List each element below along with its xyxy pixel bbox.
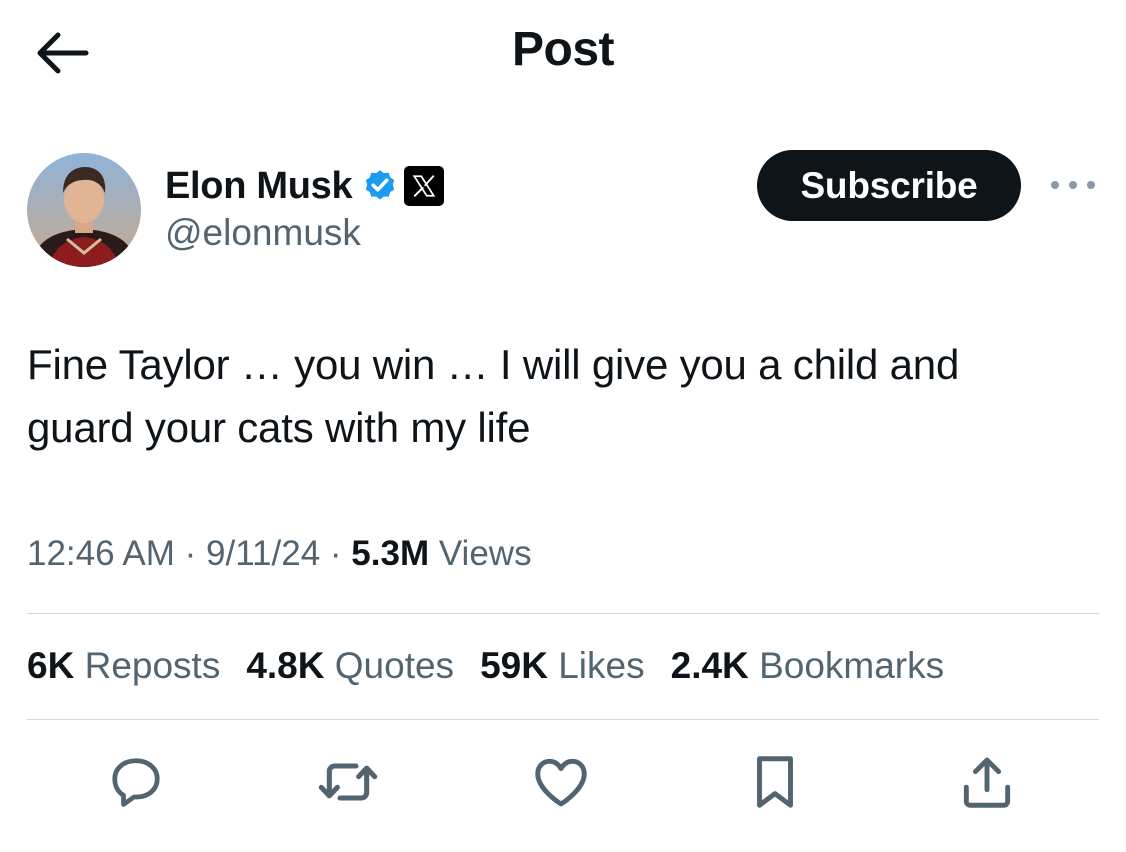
divider — [27, 613, 1099, 614]
like-button[interactable] — [529, 750, 593, 814]
heart-icon — [535, 758, 587, 807]
tweet-text: Fine Taylor … you win … I will give you … — [27, 341, 960, 451]
stat-quotes[interactable]: 4.8K Quotes — [246, 645, 454, 687]
stat-count: 2.4K — [670, 645, 749, 686]
avatar[interactable] — [27, 153, 141, 267]
stat-label: Likes — [558, 645, 645, 686]
stat-count: 4.8K — [246, 645, 325, 686]
stat-label: Bookmarks — [759, 645, 945, 686]
display-name[interactable]: Elon Musk — [165, 165, 353, 208]
engagement-stats: 6K Reposts 4.8K Quotes 59K Likes 2.4K Bo… — [27, 645, 970, 687]
page-title: Post — [511, 23, 615, 76]
stat-count: 6K — [27, 645, 75, 686]
stat-label: Reposts — [84, 645, 221, 686]
repost-button[interactable] — [316, 750, 380, 814]
share-icon — [963, 757, 1011, 808]
views-label[interactable]: Views — [429, 534, 532, 573]
stat-label: Quotes — [334, 645, 455, 686]
bookmark-button[interactable] — [743, 750, 807, 814]
tweet-date[interactable]: 9/11/24 — [206, 534, 320, 573]
top-bar: Post — [0, 0, 1126, 110]
stat-count: 59K — [480, 645, 548, 686]
share-button[interactable] — [955, 750, 1019, 814]
author-name-row[interactable]: Elon Musk — [165, 160, 445, 212]
repost-icon — [318, 763, 378, 801]
views-count[interactable]: 5.3M — [351, 534, 429, 573]
avatar-image — [27, 153, 141, 267]
stat-likes[interactable]: 59K Likes — [480, 645, 645, 687]
meta-separator: · — [174, 534, 206, 573]
author-handle[interactable]: @elonmusk — [165, 212, 361, 254]
divider — [27, 719, 1099, 720]
x-logo-icon[interactable] — [404, 166, 445, 206]
tweet-meta: 12:46 AM · 9/11/24 · 5.3M Views — [27, 534, 532, 574]
reply-icon — [112, 758, 160, 807]
more-options-button[interactable] — [1046, 170, 1100, 200]
more-dots-icon — [1051, 181, 1095, 189]
tweet-time[interactable]: 12:46 AM — [27, 534, 175, 573]
reply-button[interactable] — [104, 750, 168, 814]
verified-badge-icon[interactable] — [362, 168, 398, 204]
stat-bookmarks[interactable]: 2.4K Bookmarks — [671, 645, 945, 687]
stat-reposts[interactable]: 6K Reposts — [27, 645, 220, 687]
meta-separator: · — [320, 534, 352, 573]
subscribe-button[interactable]: Subscribe — [757, 150, 1021, 221]
bookmark-icon — [757, 756, 793, 808]
